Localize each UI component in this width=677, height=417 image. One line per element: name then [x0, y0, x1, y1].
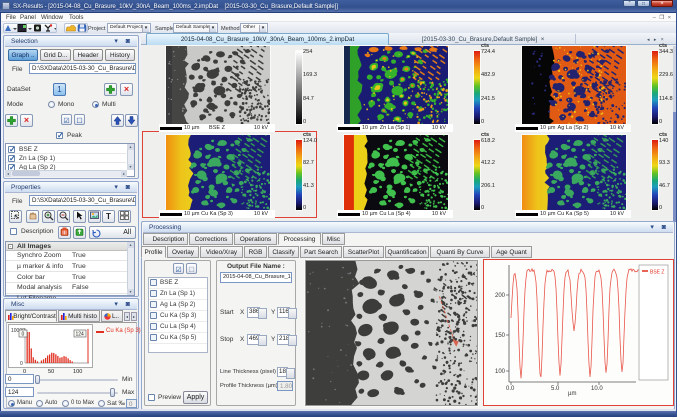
svg-text:0.0: 0.0	[506, 386, 515, 392]
svg-text:100: 100	[495, 369, 506, 375]
svg-text:200: 200	[495, 293, 506, 299]
svg-text:BSE Z: BSE Z	[650, 270, 664, 276]
svg-text:µm: µm	[568, 391, 576, 397]
svg-text:150: 150	[495, 333, 506, 339]
svg-text:0: 0	[20, 361, 23, 367]
svg-text:10.0: 10.0	[591, 386, 603, 392]
svg-text:124: 124	[76, 332, 85, 338]
svg-text:5.0: 5.0	[551, 386, 560, 392]
svg-text:0: 0	[22, 332, 25, 338]
